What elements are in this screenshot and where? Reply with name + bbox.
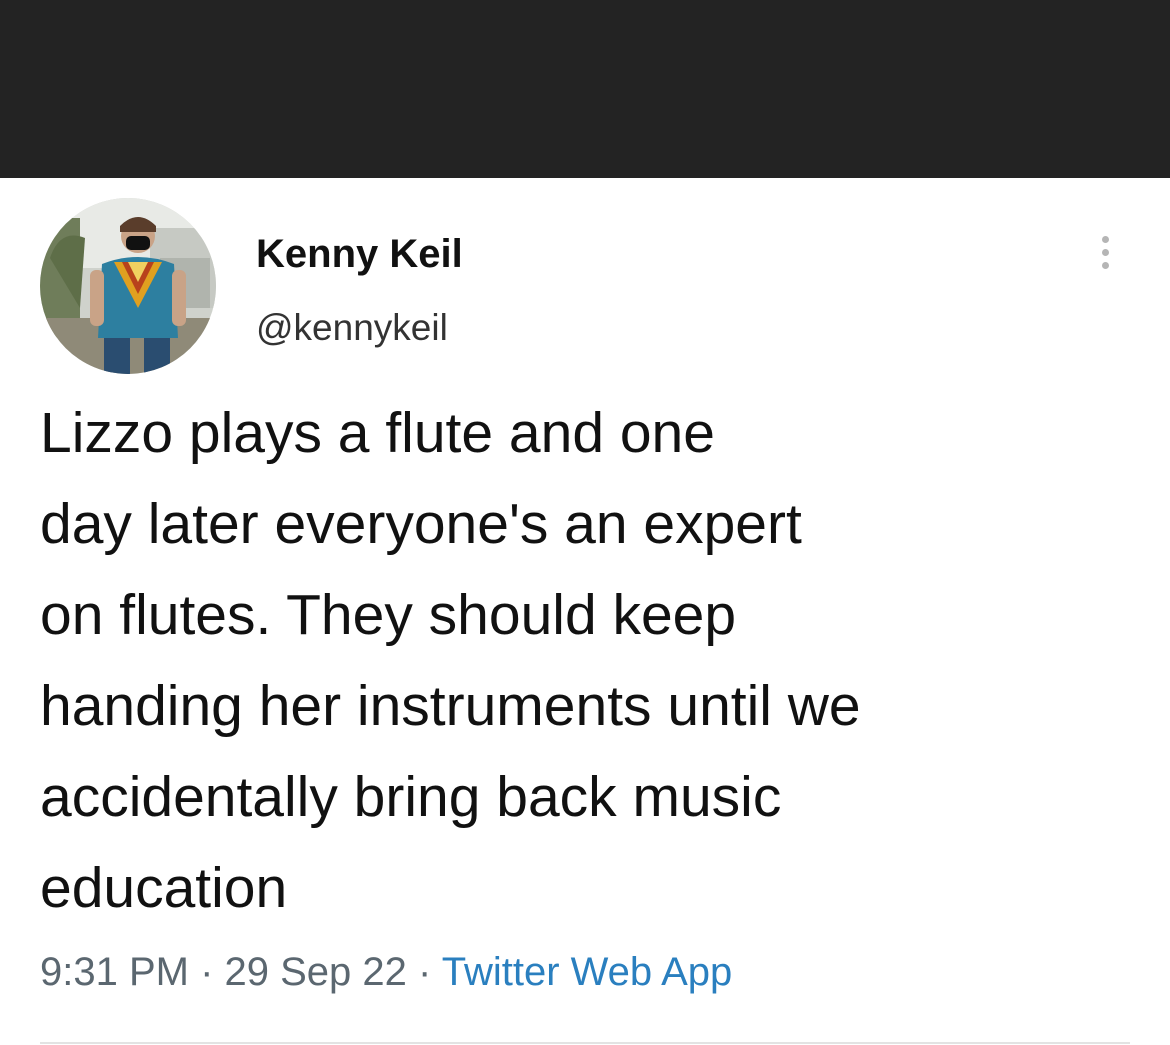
more-options-icon[interactable] (1088, 224, 1122, 280)
divider (40, 1042, 1130, 1044)
tweet-card: Kenny Keil @kennykeil Lizzo plays a flut… (0, 178, 1170, 1045)
tweet-text-line: on flutes. They should keep (40, 583, 737, 647)
meta-separator: · (188, 950, 225, 994)
tweet-text-line: education (40, 856, 288, 920)
avatar-photo (40, 198, 216, 374)
tweet-meta: 9:31 PM · 29 Sep 22 · Twitter Web App (40, 948, 732, 996)
more-dot (1101, 248, 1109, 256)
more-dot (1101, 261, 1109, 269)
more-dot (1101, 235, 1109, 243)
author-avatar[interactable] (40, 198, 216, 374)
author-handle[interactable]: @kennykeil (256, 306, 448, 350)
top-dark-bar (0, 0, 1170, 178)
tweet-text-line: handing her instruments until we (40, 674, 861, 738)
meta-separator: · (406, 950, 442, 994)
tweet-text: Lizzo plays a flute and one day later ev… (40, 388, 1130, 934)
tweet-text-line: accidentally bring back music (40, 765, 782, 829)
tweet-source-link[interactable]: Twitter Web App (442, 950, 733, 994)
tweet-date[interactable]: 29 Sep 22 (225, 950, 407, 994)
author-display-name[interactable]: Kenny Keil (256, 230, 463, 278)
tweet-text-line: day later everyone's an expert (40, 492, 802, 556)
tweet-time[interactable]: 9:31 PM (40, 950, 189, 994)
tweet-text-line: Lizzo plays a flute and one (40, 401, 715, 465)
